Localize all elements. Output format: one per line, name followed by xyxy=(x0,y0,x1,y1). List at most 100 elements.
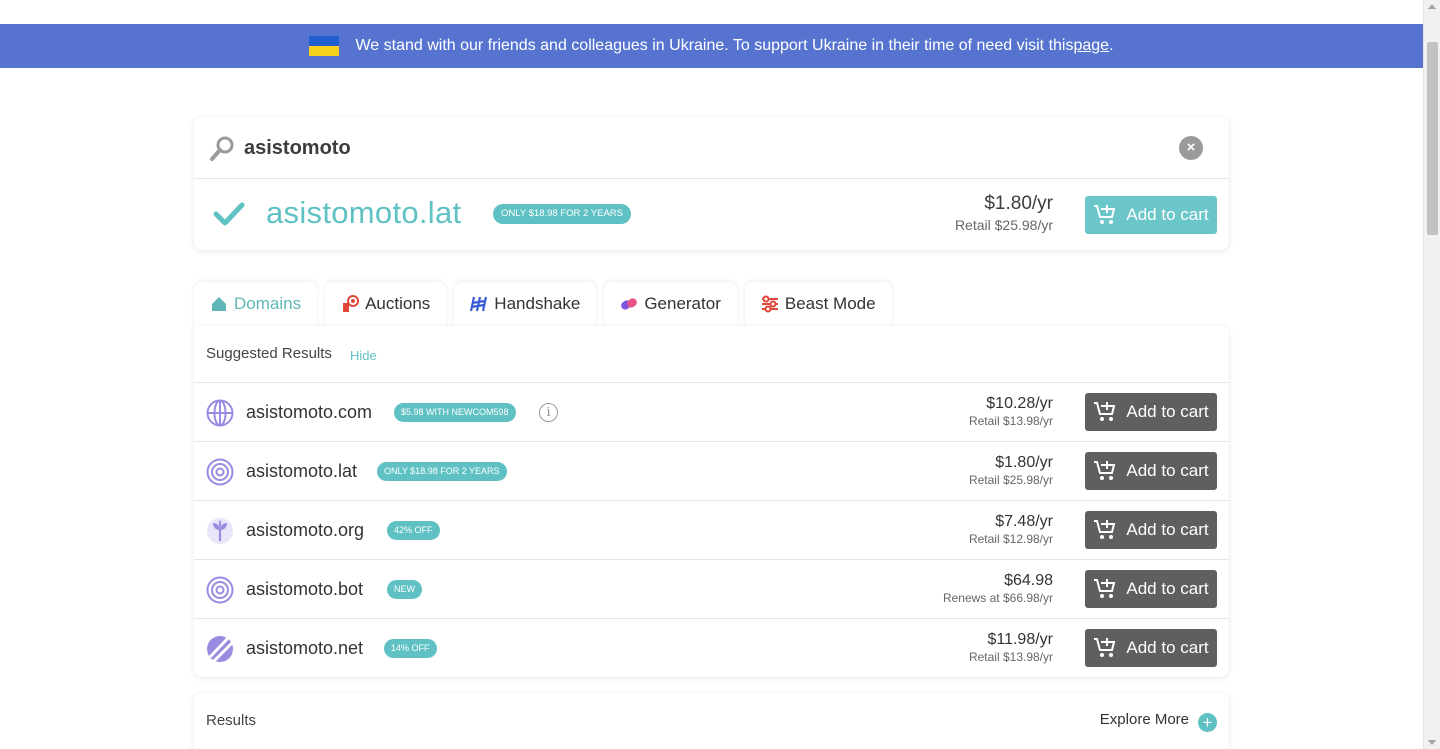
cart-plus-icon xyxy=(1094,205,1116,224)
featured-add-to-cart-button[interactable]: Add to cart xyxy=(1085,196,1217,234)
scroll-down-arrow-icon[interactable] xyxy=(1428,740,1436,745)
add-to-cart-label: Add to cart xyxy=(1126,402,1209,421)
results-card: Results Explore More + xyxy=(194,693,1229,749)
domain-name[interactable]: asistomoto.bot xyxy=(246,579,363,600)
domain-name[interactable]: asistomoto.lat xyxy=(246,461,357,482)
featured-price: $1.80/yr Retail $25.98/yr xyxy=(955,193,1053,233)
domain-row-net: asistomoto.net 14% OFF $11.98/yr Retail … xyxy=(194,619,1229,678)
promo-badge: $5.98 WITH NEWCOM598 xyxy=(394,403,516,422)
featured-result: asistomoto.lat ONLY $18.98 FOR 2 YEARS $… xyxy=(194,179,1229,250)
domain-row-bot: asistomoto.bot NEW $64.98 Renews at $66.… xyxy=(194,560,1229,619)
scroll-up-arrow-icon[interactable] xyxy=(1428,4,1436,9)
featured-price-value: $1.80/yr xyxy=(984,193,1053,214)
home-icon xyxy=(212,297,226,311)
handshake-icon xyxy=(470,296,488,312)
ukraine-banner: We stand with our friends and colleagues… xyxy=(0,24,1423,68)
add-to-cart-label: Add to cart xyxy=(1126,579,1209,598)
promo-badge: 14% OFF xyxy=(384,639,437,658)
search-input[interactable] xyxy=(244,133,1124,163)
tab-domains-label: Domains xyxy=(234,294,302,313)
vertical-scrollbar[interactable] xyxy=(1423,0,1440,749)
ukraine-flag-icon xyxy=(309,36,340,56)
add-to-cart-label: Add to cart xyxy=(1126,461,1209,480)
hide-suggested-link[interactable]: Hide xyxy=(350,348,377,363)
cart-plus-icon xyxy=(1094,579,1116,598)
promo-badge: NEW xyxy=(387,580,422,599)
price: $1.80/yr Retail $25.98/yr xyxy=(969,454,1053,487)
tab-auctions[interactable]: Auctions xyxy=(325,282,447,326)
scrollbar-thumb[interactable] xyxy=(1427,42,1438,235)
add-to-cart-label: Add to cart xyxy=(1126,638,1209,657)
price-value: $1.80/yr xyxy=(995,454,1053,471)
tab-handshake-label: Handshake xyxy=(494,294,581,313)
check-icon xyxy=(213,202,245,226)
suggested-results-title: Suggested Results xyxy=(206,345,332,362)
tab-beast-mode-label: Beast Mode xyxy=(784,294,876,313)
price-value: $7.48/yr xyxy=(995,513,1053,530)
featured-retail-price: Retail $25.98/yr xyxy=(954,217,1053,233)
generator-icon xyxy=(621,298,638,310)
suggested-results-header: Suggested Results Hide xyxy=(194,326,1229,383)
tab-beast-mode[interactable]: Beast Mode xyxy=(744,282,892,326)
tab-handshake[interactable]: Handshake xyxy=(454,282,597,326)
price-value: $64.98 xyxy=(1004,572,1053,589)
banner-period: . xyxy=(1109,37,1114,54)
domain-row-lat: asistomoto.lat ONLY $18.98 FOR 2 YEARS $… xyxy=(194,442,1229,501)
add-to-cart-label: Add to cart xyxy=(1126,520,1209,539)
price: $64.98 Renews at $66.98/yr xyxy=(943,572,1053,605)
globe-icon xyxy=(206,399,234,427)
suggested-results-card: Suggested Results Hide asistomoto.com $5… xyxy=(194,326,1229,677)
cart-plus-icon xyxy=(1094,520,1116,539)
add-to-cart-button[interactable]: Add to cart xyxy=(1085,570,1217,608)
tab-auctions-label: Auctions xyxy=(365,294,431,313)
add-to-cart-button[interactable]: Add to cart xyxy=(1085,629,1217,667)
top-strip xyxy=(0,0,1423,24)
add-to-cart-button[interactable]: Add to cart xyxy=(1085,393,1217,431)
page: We stand with our friends and colleagues… xyxy=(0,0,1423,749)
featured-add-to-cart-label: Add to cart xyxy=(1126,205,1209,224)
cart-plus-icon xyxy=(1094,461,1116,480)
info-icon[interactable]: i xyxy=(539,403,558,422)
search-card: × asistomoto.lat ONLY $18.98 FOR 2 YEARS… xyxy=(194,117,1229,250)
price-value: $10.28/yr xyxy=(986,395,1053,412)
price: $7.48/yr Retail $12.98/yr xyxy=(969,513,1053,546)
clear-search-button[interactable]: × xyxy=(1179,136,1203,160)
price-subtext: Retail $12.98/yr xyxy=(968,532,1053,546)
banner-text: We stand with our friends and colleagues… xyxy=(355,37,1074,54)
add-to-cart-button[interactable]: Add to cart xyxy=(1085,511,1217,549)
target-icon xyxy=(206,576,234,604)
price-subtext: Renews at $66.98/yr xyxy=(942,591,1053,605)
featured-promo-badge: ONLY $18.98 FOR 2 YEARS xyxy=(493,204,631,224)
featured-domain: asistomoto.lat xyxy=(266,195,462,230)
promo-badge: ONLY $18.98 FOR 2 YEARS xyxy=(377,462,507,481)
domain-name[interactable]: asistomoto.net xyxy=(246,638,363,659)
price-value: $11.98/yr xyxy=(987,631,1053,648)
tab-generator-label: Generator xyxy=(644,294,721,313)
search-tabs: Domains Auctions Handshake Generator Bea… xyxy=(194,282,900,326)
tab-domains[interactable]: Domains xyxy=(194,282,318,326)
add-to-cart-button[interactable]: Add to cart xyxy=(1085,452,1217,490)
cart-plus-icon xyxy=(1094,402,1116,421)
domain-row-org: asistomoto.org 42% OFF $7.48/yr Retail $… xyxy=(194,501,1229,560)
price: $10.28/yr Retail $13.98/yr xyxy=(969,395,1053,428)
net-icon xyxy=(207,636,234,663)
banner-page-link[interactable]: page xyxy=(1073,37,1109,55)
price-subtext: Retail $25.98/yr xyxy=(968,473,1053,487)
sprout-icon xyxy=(207,518,233,544)
search-row: × xyxy=(194,117,1229,179)
search-icon xyxy=(210,136,234,161)
price-subtext: Retail $13.98/yr xyxy=(968,414,1053,428)
cart-plus-icon xyxy=(1094,638,1116,657)
promo-badge: 42% OFF xyxy=(387,521,440,540)
price: $11.98/yr Retail $13.98/yr xyxy=(969,631,1053,664)
gavel-icon xyxy=(343,295,360,312)
price-subtext: Retail $13.98/yr xyxy=(968,650,1053,664)
plus-circle-icon[interactable]: + xyxy=(1198,713,1217,732)
sliders-icon xyxy=(761,295,778,313)
target-icon xyxy=(206,458,234,486)
explore-more-link[interactable]: Explore More xyxy=(1100,711,1189,728)
domain-name[interactable]: asistomoto.org xyxy=(246,520,364,541)
tab-generator[interactable]: Generator xyxy=(604,282,737,326)
domain-name[interactable]: asistomoto.com xyxy=(246,402,372,423)
results-title: Results xyxy=(206,712,257,729)
